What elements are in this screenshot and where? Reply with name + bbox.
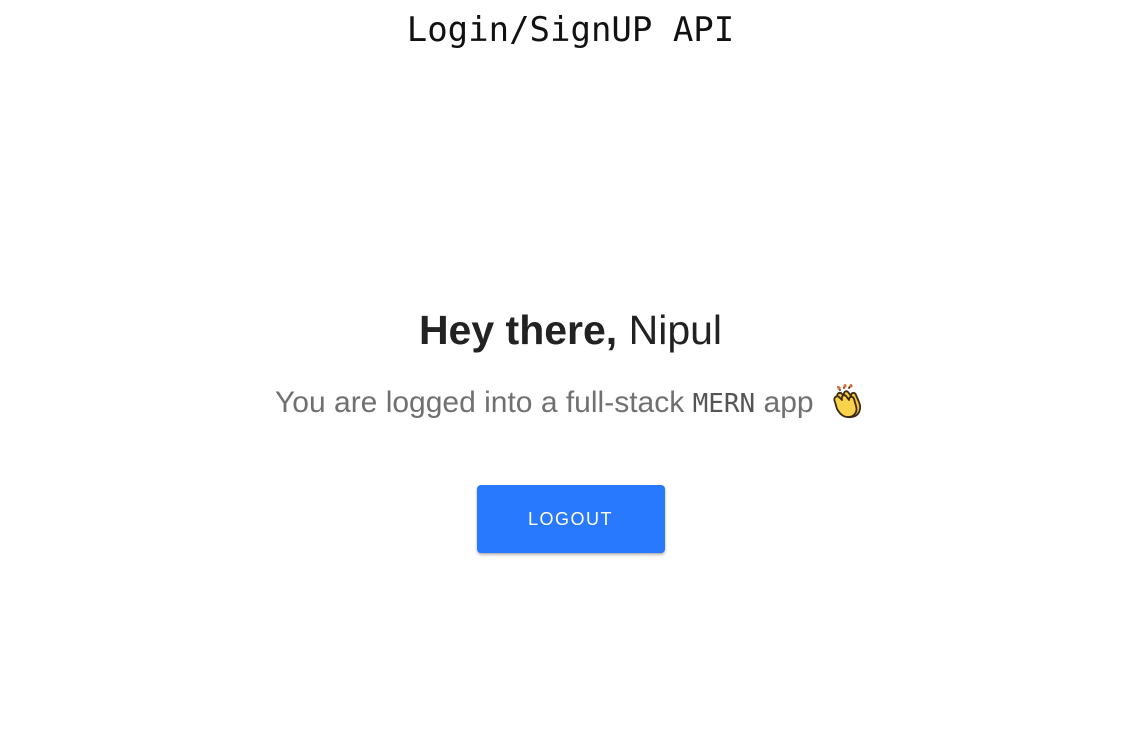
logout-button[interactable]: LOGOUT: [476, 485, 665, 553]
page: Login/SignUP API Hey there, Nipul You ar…: [0, 0, 1141, 734]
app-title: Login/SignUP API: [406, 10, 735, 50]
subtitle-text-before: You are logged into a full-stack: [275, 386, 685, 419]
subtitle-text-after: app: [763, 386, 814, 419]
login-status-message: You are logged into a full-stack MERN ap…: [0, 382, 1141, 431]
stack-name-code: MERN: [692, 389, 756, 419]
user-name: Nipul: [628, 307, 723, 353]
greeting-prefix: Hey there,: [418, 307, 618, 353]
welcome-panel: Hey there, Nipul You are logged into a f…: [0, 304, 1141, 553]
clapping-hands-icon: [828, 382, 866, 431]
greeting-heading: Hey there, Nipul: [0, 304, 1141, 356]
